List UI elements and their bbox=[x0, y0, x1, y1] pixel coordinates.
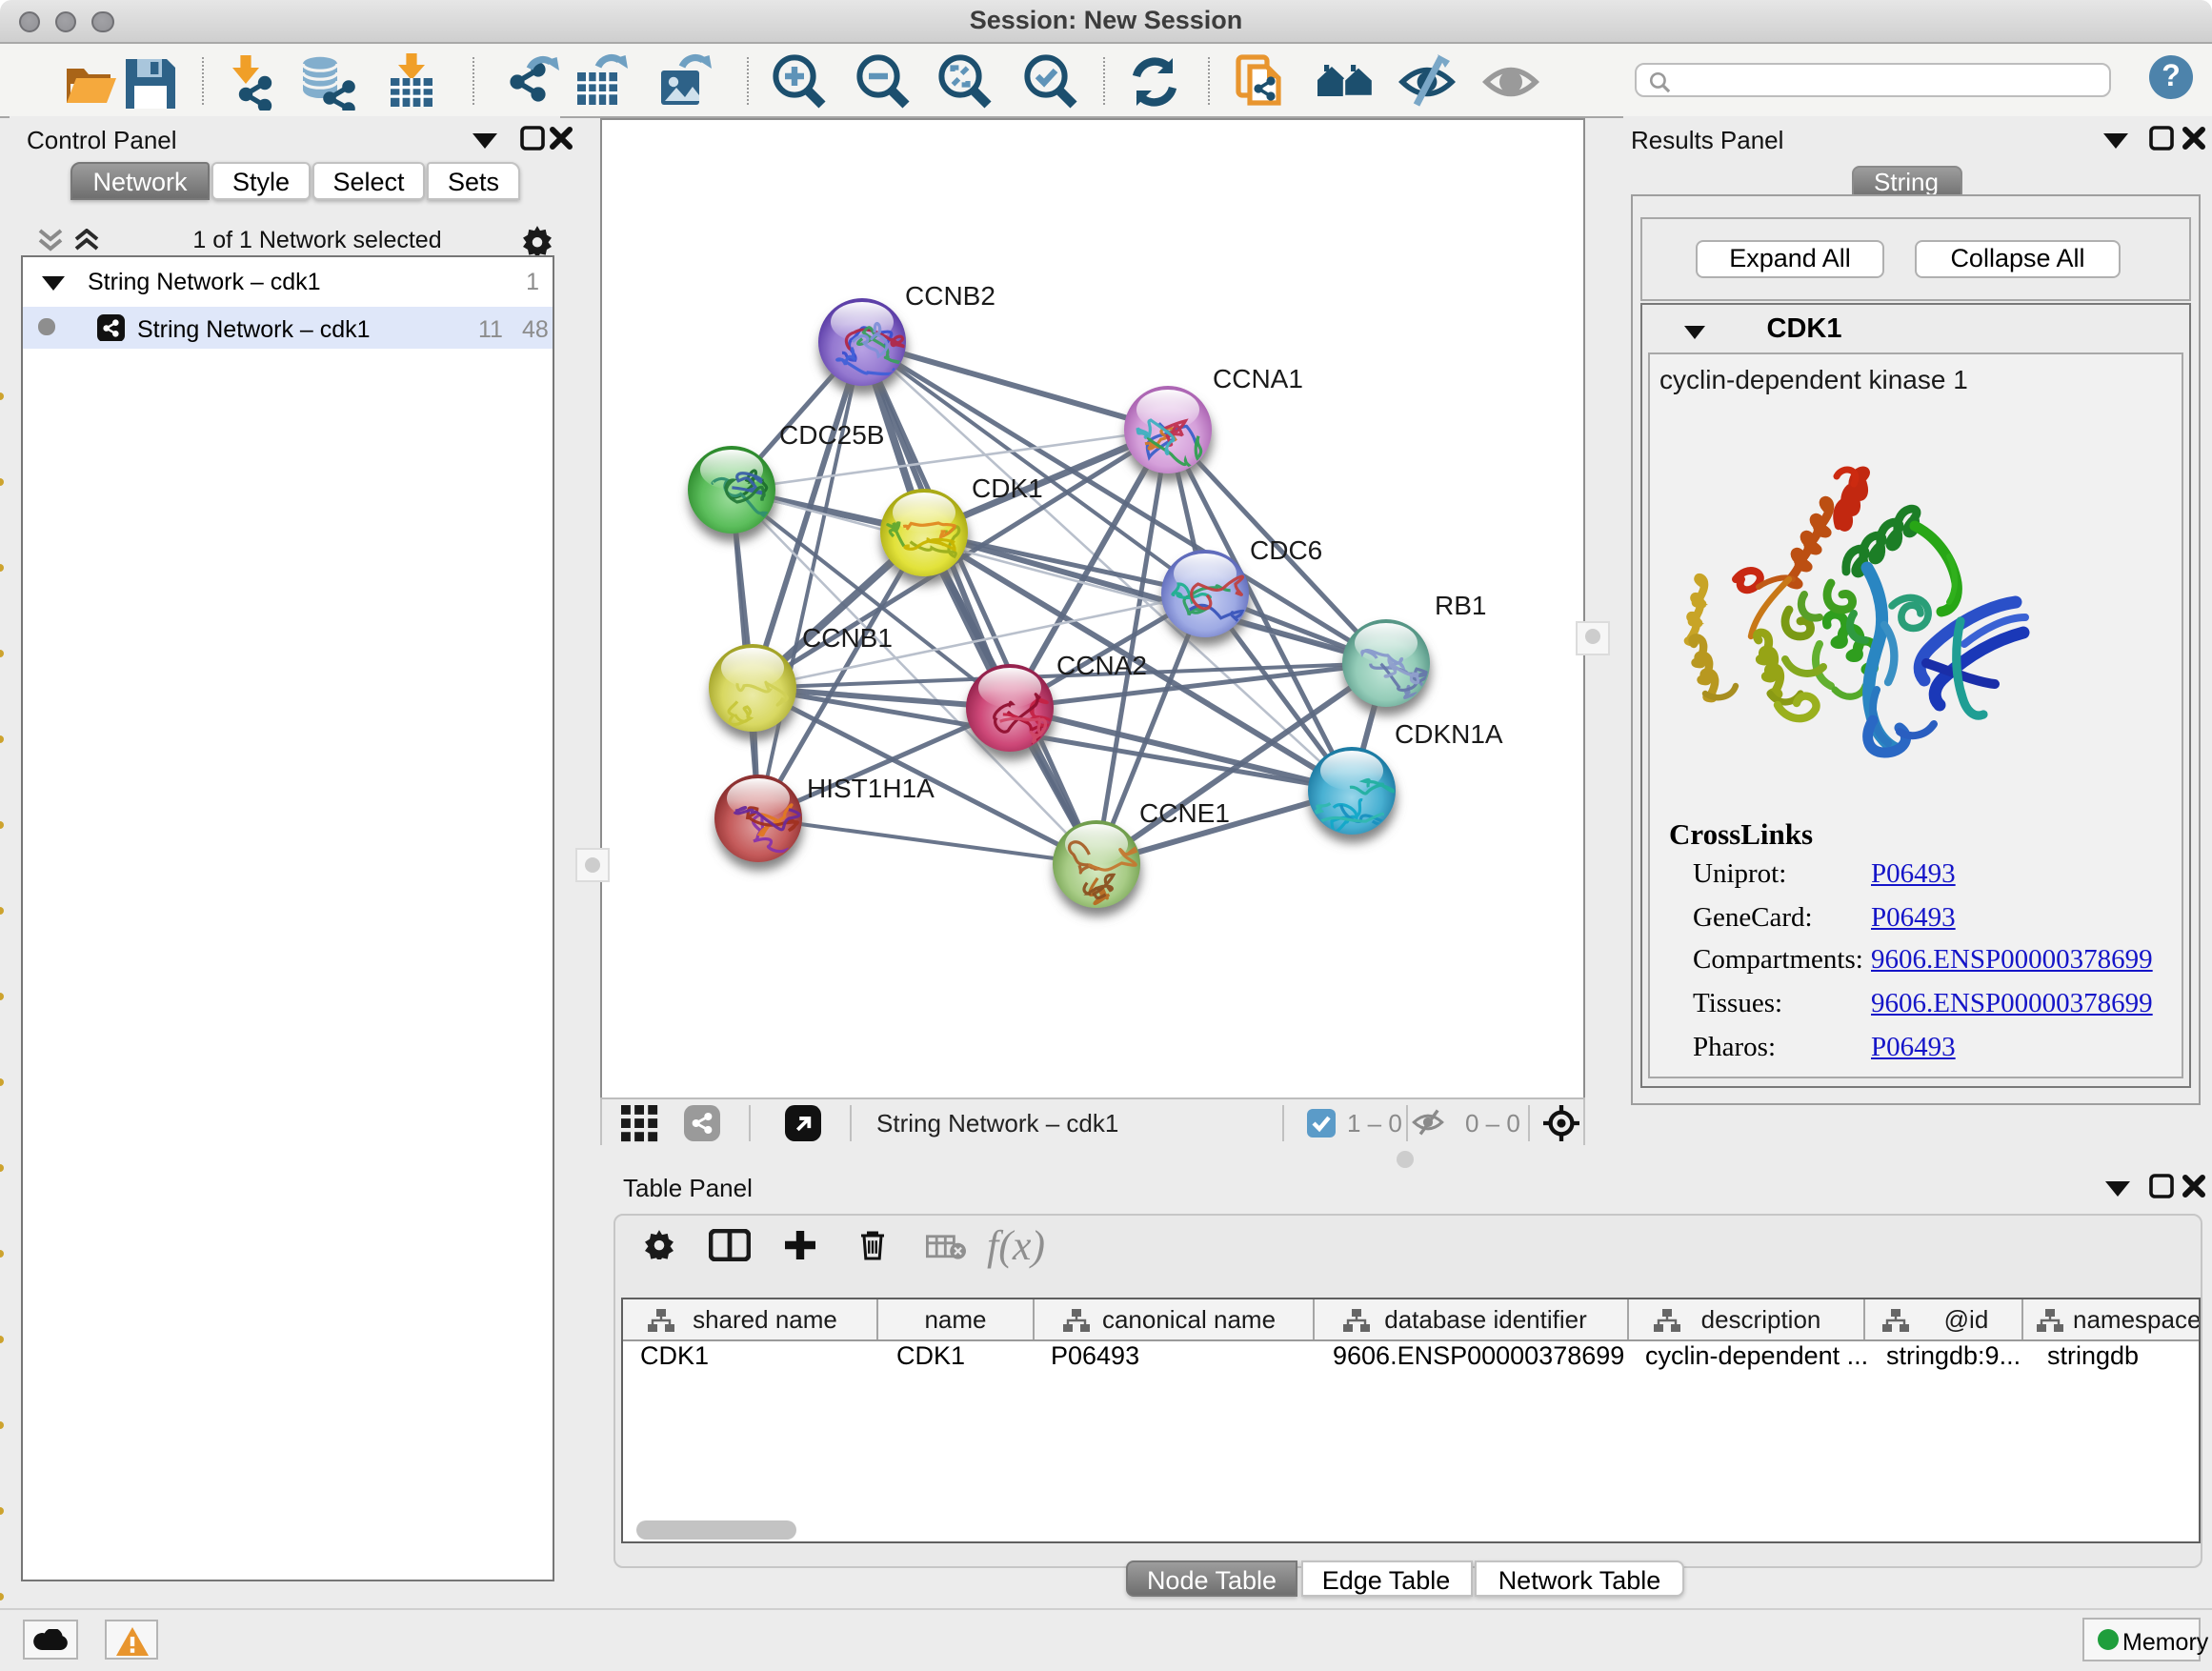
svg-text:CDK1: CDK1 bbox=[972, 473, 1043, 503]
svg-text:CDC25B: CDC25B bbox=[779, 420, 884, 450]
svg-text:CDKN1A: CDKN1A bbox=[1395, 719, 1503, 749]
svg-text:CDC6: CDC6 bbox=[1250, 535, 1322, 565]
svg-text:CCNB2: CCNB2 bbox=[905, 281, 995, 311]
svg-text:CCNA2: CCNA2 bbox=[1056, 651, 1147, 680]
svg-text:CCNB1: CCNB1 bbox=[802, 623, 893, 653]
svg-text:CCNA1: CCNA1 bbox=[1213, 364, 1303, 393]
svg-text:CCNE1: CCNE1 bbox=[1139, 798, 1230, 828]
svg-text:RB1: RB1 bbox=[1435, 591, 1486, 620]
svg-text:HIST1H1A: HIST1H1A bbox=[807, 774, 935, 803]
